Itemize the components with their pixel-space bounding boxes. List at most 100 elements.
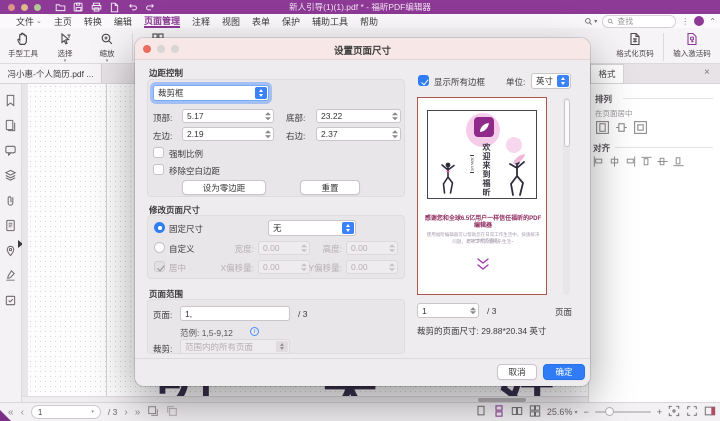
reset-button[interactable]: 重置 xyxy=(300,180,360,195)
attachments-icon[interactable] xyxy=(4,194,17,207)
menu-comment[interactable]: 注释 xyxy=(192,14,210,28)
enter-activation-code-button[interactable]: 输入激活码 xyxy=(670,30,714,61)
center-horizontal-icon[interactable] xyxy=(595,120,610,135)
top-margin-input[interactable]: 5.17 xyxy=(182,109,274,123)
facing-view-icon[interactable] xyxy=(511,405,523,419)
align-left-icon[interactable] xyxy=(592,154,605,169)
unit-dropdown[interactable]: 英寸 xyxy=(531,73,571,89)
menu-file[interactable]: 文件⌄ xyxy=(16,14,42,28)
custom-size-radio[interactable] xyxy=(154,242,165,253)
bookmarks-icon[interactable] xyxy=(4,94,17,107)
page-number-input[interactable]: 1 ▾ xyxy=(31,405,101,419)
form-fields-icon[interactable] xyxy=(4,294,17,307)
remove-white-margins-checkbox[interactable] xyxy=(153,164,164,175)
menu-accessibility-tools[interactable]: 辅助工具 xyxy=(312,14,348,28)
articles-icon[interactable] xyxy=(4,219,17,232)
stepper-icon[interactable] xyxy=(470,307,476,315)
center-both-icon[interactable] xyxy=(633,120,648,135)
dropdown-arrows-icon[interactable] xyxy=(255,87,267,99)
left-margin-input[interactable]: 2.19 xyxy=(182,127,274,141)
format-page-number-button[interactable]: 格式化页码 xyxy=(613,30,657,61)
show-all-borders-checkbox[interactable] xyxy=(418,75,429,86)
menu-home[interactable]: 主页 xyxy=(54,14,72,28)
previous-view-icon[interactable] xyxy=(147,405,159,420)
continuous-view-icon[interactable] xyxy=(493,405,505,419)
last-page-button[interactable]: » xyxy=(135,407,141,418)
menu-form[interactable]: 表单 xyxy=(252,14,270,28)
fixed-size-radio[interactable] xyxy=(154,222,165,233)
collapse-toolbar-icon[interactable]: ⌃ xyxy=(709,17,716,26)
zoom-window-button[interactable] xyxy=(34,4,41,11)
destinations-icon[interactable] xyxy=(4,244,17,257)
save-icon[interactable] xyxy=(73,2,84,13)
zoom-level-dropdown[interactable]: 25.6% ▾ xyxy=(547,407,578,417)
center-vertical-icon[interactable] xyxy=(614,120,629,135)
search-mode-icon[interactable]: ▾ xyxy=(584,17,597,26)
menu-page-management[interactable]: 页面管理 xyxy=(144,14,180,28)
align-middle-icon[interactable] xyxy=(656,154,669,169)
zoom-slider-thumb[interactable] xyxy=(605,407,614,416)
zoom-slider[interactable] xyxy=(595,411,651,414)
caret-down-icon: ▾ xyxy=(594,18,597,25)
dropdown-arrows-icon[interactable] xyxy=(342,222,354,234)
ok-button[interactable]: 确定 xyxy=(543,364,585,380)
align-top-icon[interactable] xyxy=(640,154,653,169)
redo-icon[interactable] xyxy=(145,2,156,13)
first-page-button[interactable]: « xyxy=(8,407,14,418)
bottom-margin-input[interactable]: 23.22 xyxy=(316,109,401,123)
more-options-icon[interactable]: ⋮ xyxy=(681,17,689,26)
menu-convert[interactable]: 转换 xyxy=(84,14,102,28)
dropdown-arrows-icon[interactable] xyxy=(557,75,569,87)
new-document-icon[interactable] xyxy=(109,2,120,13)
page-thumbnails-icon[interactable] xyxy=(4,119,17,132)
zoom-out-button[interactable]: − xyxy=(583,407,588,417)
layers-icon[interactable] xyxy=(4,169,17,182)
constrain-proportions-checkbox[interactable] xyxy=(153,147,164,158)
next-view-icon[interactable] xyxy=(166,405,178,420)
fit-page-icon[interactable] xyxy=(668,405,680,419)
stepper-icon[interactable] xyxy=(265,130,271,138)
account-avatar[interactable] xyxy=(694,16,704,26)
align-bottom-icon[interactable] xyxy=(672,154,685,169)
menu-help[interactable]: 帮助 xyxy=(360,14,378,28)
continuous-facing-view-icon[interactable] xyxy=(529,405,541,419)
stepper-icon[interactable] xyxy=(392,112,398,120)
format-panel-tab[interactable]: 格式 xyxy=(590,64,624,83)
preview-scrollbar-thumb[interactable] xyxy=(564,99,570,147)
print-icon[interactable] xyxy=(91,2,102,13)
hand-tool-button[interactable]: 手型工具 xyxy=(4,30,42,59)
stepper-icon[interactable] xyxy=(265,112,271,120)
margin-box-type-dropdown[interactable]: 裁剪框 xyxy=(153,85,269,101)
reading-mode-icon[interactable] xyxy=(704,405,716,419)
undo-icon[interactable] xyxy=(127,2,138,13)
fixed-size-dropdown[interactable]: 无 xyxy=(268,220,356,236)
doc-tab-resume[interactable]: 冯小惠-个人简历.pdf ... xyxy=(0,64,102,83)
fullscreen-icon[interactable] xyxy=(686,405,698,419)
preview-scrollbar[interactable] xyxy=(563,97,570,295)
close-panel-icon[interactable]: × xyxy=(704,67,710,78)
next-page-button[interactable]: › xyxy=(124,407,127,418)
set-zero-margins-button[interactable]: 设为零边距 xyxy=(182,180,266,195)
signatures-icon[interactable] xyxy=(4,269,17,282)
menu-protect[interactable]: 保护 xyxy=(282,14,300,28)
minimize-window-button[interactable] xyxy=(21,4,28,11)
previous-page-button[interactable]: ‹ xyxy=(21,407,24,418)
comments-icon[interactable] xyxy=(4,144,17,157)
info-icon[interactable]: i xyxy=(250,327,259,336)
right-margin-input[interactable]: 2.37 xyxy=(316,127,401,141)
cancel-button[interactable]: 取消 xyxy=(497,364,537,380)
open-file-icon[interactable] xyxy=(55,2,66,13)
select-tool-button[interactable]: 选择 ▾ xyxy=(46,30,84,63)
close-window-button[interactable] xyxy=(8,4,15,11)
page-range-input[interactable]: 1, xyxy=(180,306,290,321)
menu-view[interactable]: 视图 xyxy=(222,14,240,28)
stepper-icon[interactable] xyxy=(392,130,398,138)
menu-edit[interactable]: 编辑 xyxy=(114,14,132,28)
search-input[interactable]: 查找 xyxy=(602,15,676,28)
preview-page-input[interactable]: 1 xyxy=(417,303,479,318)
align-center-horizontal-icon[interactable] xyxy=(608,154,621,169)
align-right-icon[interactable] xyxy=(624,154,637,169)
single-page-view-icon[interactable] xyxy=(475,405,487,419)
zoom-tool-button[interactable]: 缩放 ▾ xyxy=(88,30,126,63)
zoom-in-button[interactable]: + xyxy=(657,407,662,417)
